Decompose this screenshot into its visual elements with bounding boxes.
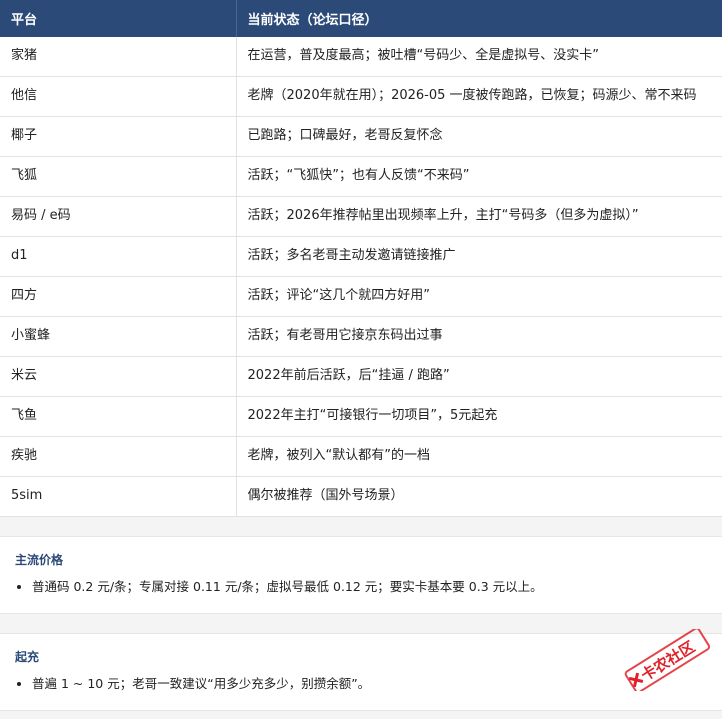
platform-status-cell: 活跃；评论“这几个就四方好用”	[236, 276, 722, 317]
table-row: 四方 活跃；评论“这几个就四方好用”	[0, 276, 722, 317]
table-row: 飞狐 活跃；“飞狐快”；也有人反馈“不来码”	[0, 156, 722, 197]
recharge-card: 起充 普遍 1 ~ 10 元；老哥一致建议“用多少充多少，别攒余额”。	[0, 633, 722, 711]
platform-status-cell: 老牌，被列入“默认都有”的一档	[236, 436, 722, 477]
recharge-list: 普遍 1 ~ 10 元；老哥一致建议“用多少充多少，别攒余额”。	[15, 675, 707, 693]
table-row: 疾驰 老牌，被列入“默认都有”的一档	[0, 436, 722, 477]
price-list-item: 普通码 0.2 元/条；专属对接 0.11 元/条；虚拟号最低 0.12 元；要…	[32, 578, 707, 596]
table-row: 飞鱼 2022年主打“可接银行一切项目”，5元起充	[0, 396, 722, 437]
recharge-section-title: 起充	[15, 650, 40, 664]
platform-status-cell: 2022年主打“可接银行一切项目”，5元起充	[236, 396, 722, 437]
table-row: 他信 老牌（2020年就在用）；2026-05 一度被传跑路，已恢复；码源少、常…	[0, 76, 722, 117]
platform-name-cell: 椰子	[0, 116, 237, 157]
platform-status-cell: 活跃；多名老哥主动发邀请链接推广	[236, 236, 722, 277]
platform-status-table: 平台 当前状态（论坛口径） 家猪 在运营，普及度最高；被吐槽“号码少、全是虚拟号…	[0, 0, 722, 517]
recharge-list-item: 普遍 1 ~ 10 元；老哥一致建议“用多少充多少，别攒余额”。	[32, 675, 707, 693]
platform-name-cell: 他信	[0, 76, 237, 117]
platform-status-cell: 老牌（2020年就在用）；2026-05 一度被传跑路，已恢复；码源少、常不来码	[236, 76, 722, 117]
table-row: 5sim 偶尔被推荐（国外号场景）	[0, 476, 722, 517]
price-card: 主流价格 普通码 0.2 元/条；专属对接 0.11 元/条；虚拟号最低 0.1…	[0, 536, 722, 614]
platform-status-cell: 已跑路；口碑最好，老哥反复怀念	[236, 116, 722, 157]
column-header-platform: 平台	[0, 0, 237, 37]
platform-status-cell: 在运营，普及度最高；被吐槽“号码少、全是虚拟号、没实卡”	[236, 37, 722, 77]
platform-name-cell: 小蜜蜂	[0, 316, 237, 357]
price-section-title: 主流价格	[15, 553, 64, 567]
table-row: 家猪 在运营，普及度最高；被吐槽“号码少、全是虚拟号、没实卡”	[0, 37, 722, 77]
platform-status-cell: 活跃；有老哥用它接京东码出过事	[236, 316, 722, 357]
platform-status-cell: 2022年前后活跃，后“挂逼 / 跑路”	[236, 356, 722, 397]
platform-status-cell: 活跃；“飞狐快”；也有人反馈“不来码”	[236, 156, 722, 197]
platform-name-cell: 飞鱼	[0, 396, 237, 437]
platform-status-cell: 活跃；2026年推荐帖里出现频率上升，主打“号码多（但多为虚拟）”	[236, 196, 722, 237]
platform-name-cell: 疾驰	[0, 436, 237, 477]
table-row: 小蜜蜂 活跃；有老哥用它接京东码出过事	[0, 316, 722, 357]
table-row: d1 活跃；多名老哥主动发邀请链接推广	[0, 236, 722, 277]
watermark-logo: 卡农社区	[624, 629, 711, 691]
platform-name-cell: 易码 / e码	[0, 196, 237, 237]
table-row: 椰子 已跑路；口碑最好，老哥反复怀念	[0, 116, 722, 157]
platform-name-cell: 四方	[0, 276, 237, 317]
platform-name-cell: 家猪	[0, 37, 237, 77]
column-header-status: 当前状态（论坛口径）	[236, 0, 722, 37]
platform-name-cell: 5sim	[0, 476, 237, 517]
table-row: 易码 / e码 活跃；2026年推荐帖里出现频率上升，主打“号码多（但多为虚拟）…	[0, 196, 722, 237]
platform-name-cell: 米云	[0, 356, 237, 397]
table-row: 米云 2022年前后活跃，后“挂逼 / 跑路”	[0, 356, 722, 397]
platform-status-cell: 偶尔被推荐（国外号场景）	[236, 476, 722, 517]
table-header-row: 平台 当前状态（论坛口径）	[0, 0, 722, 37]
price-list: 普通码 0.2 元/条；专属对接 0.11 元/条；虚拟号最低 0.12 元；要…	[15, 578, 707, 596]
platform-name-cell: d1	[0, 236, 237, 277]
platform-name-cell: 飞狐	[0, 156, 237, 197]
